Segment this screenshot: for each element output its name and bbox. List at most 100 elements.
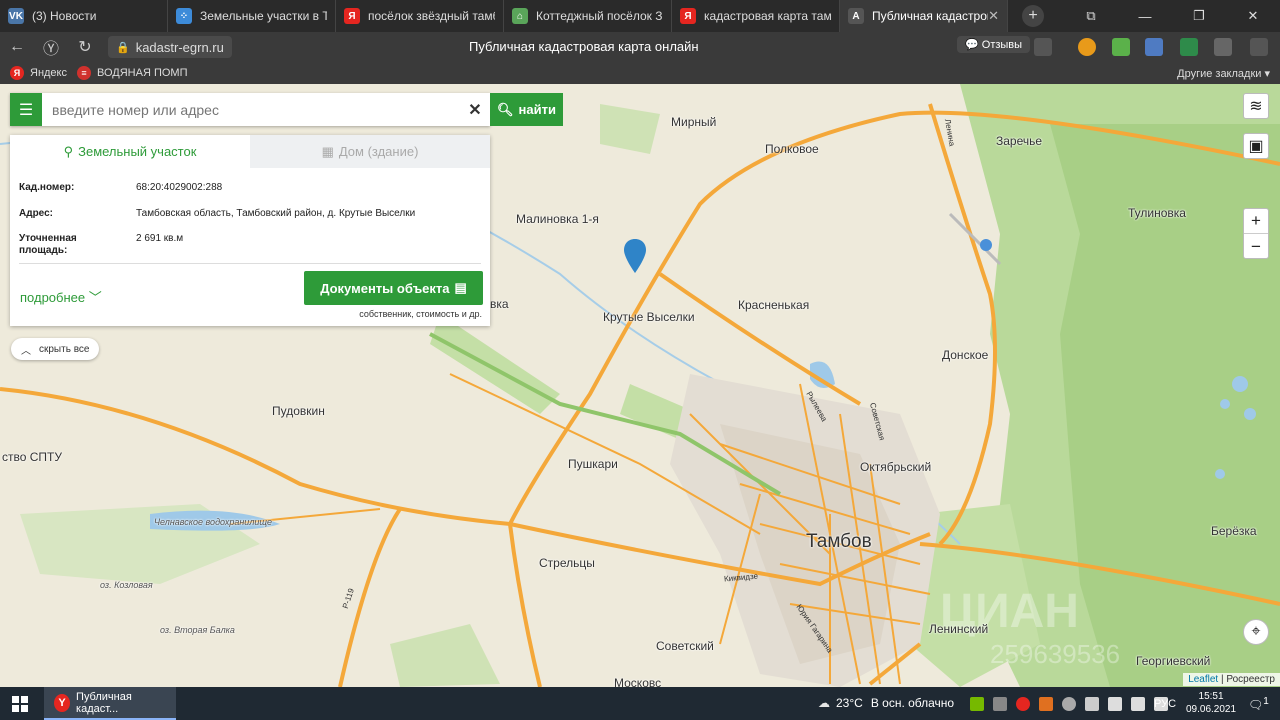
- tab-land-plot-label: Земельный участок: [78, 144, 197, 159]
- back-arrow-icon[interactable]: ←: [0, 38, 34, 56]
- area-value: 2 691 кв.м: [136, 233, 184, 244]
- bookmark-icon[interactable]: [1034, 38, 1052, 56]
- browser-tab[interactable]: ⌂ Коттеджный посёлок Звё: [504, 0, 672, 32]
- downloads-icon[interactable]: [1250, 38, 1268, 56]
- place-label: Донское: [942, 348, 989, 362]
- restore-button[interactable]: ❐: [1172, 8, 1226, 24]
- city-label: Тамбов: [806, 531, 872, 552]
- hide-all-label: скрыть все: [39, 343, 90, 355]
- tab-building-label: Дом (здание): [338, 144, 419, 159]
- zoom-in-button[interactable]: +: [1244, 209, 1268, 234]
- document-icon: ▤: [454, 280, 467, 295]
- water-label: оз. Вторая Балка: [160, 625, 235, 635]
- layers-icon[interactable]: ≋: [1243, 93, 1269, 119]
- weather-text: В осн. облачно: [870, 696, 955, 710]
- browser-tab-label: Земельные участки в Там: [200, 9, 327, 23]
- other-bookmarks-label: Другие закладки: [1177, 68, 1262, 80]
- browser-tab-label: Публичная кадастрова: [872, 9, 989, 23]
- close-tab-icon[interactable]: ✕: [988, 8, 999, 24]
- nvidia-icon[interactable]: [970, 697, 984, 711]
- locate-icon[interactable]: ⌖: [1243, 619, 1269, 645]
- place-label: Стрельцы: [539, 556, 595, 570]
- browser-tab[interactable]: A Публичная кадастрова ✕: [840, 0, 1008, 32]
- taskbar-app-label: Публичная кадаст...: [76, 690, 132, 715]
- zoom-out-button[interactable]: −: [1244, 234, 1268, 259]
- marker-outline-icon: ⚲: [63, 143, 74, 159]
- shield-icon[interactable]: [1180, 38, 1198, 56]
- panel-tabs: ⚲ Земельный участок ▦ Дом (здание): [10, 135, 490, 168]
- collections-icon[interactable]: [1214, 38, 1232, 56]
- find-button[interactable]: 🔍︎ найти: [490, 93, 563, 126]
- browser-tab[interactable]: VK (3) Новости: [0, 0, 168, 32]
- url-field[interactable]: 🔒 kadastr-egrn.ru: [108, 36, 232, 58]
- place-label: Тулиновка: [1128, 206, 1186, 220]
- more-link[interactable]: подробнее ﹀: [20, 287, 102, 306]
- notifications-icon[interactable]: 🗨1: [1248, 696, 1269, 712]
- tray-app2-icon[interactable]: [1085, 697, 1099, 711]
- documents-button[interactable]: Документы объекта ▤: [304, 271, 483, 305]
- area-label: Уточненная площадь:: [19, 233, 77, 256]
- bookmark-item[interactable]: ≡ ВОДЯНАЯ ПОМП: [77, 66, 188, 80]
- other-bookmarks[interactable]: Другие закладки ▾: [1177, 67, 1270, 80]
- water-label: Челнавское водохранилище: [154, 517, 273, 527]
- new-tab-button[interactable]: +: [1022, 5, 1044, 27]
- tray-app-icon[interactable]: [993, 697, 1007, 711]
- place-label: Георгиевский: [1136, 654, 1211, 668]
- place-label: Берёзка: [1211, 524, 1257, 538]
- reviews-button[interactable]: 💬 Отзывы: [957, 36, 1031, 53]
- leaflet-link[interactable]: Leaflet: [1188, 674, 1218, 685]
- tab-building[interactable]: ▦ Дом (здание): [250, 135, 490, 168]
- search-input[interactable]: [42, 101, 460, 118]
- reload-icon[interactable]: ↻: [68, 37, 102, 57]
- clock[interactable]: 15:51 09.06.2021: [1186, 690, 1236, 716]
- fullscreen-icon[interactable]: ▣: [1243, 133, 1269, 159]
- chevron-down-icon: ﹀: [88, 290, 102, 305]
- network-icon[interactable]: [1108, 697, 1122, 711]
- address-label: Адрес:: [19, 208, 53, 219]
- search-bar: ☰ ✕: [10, 93, 490, 126]
- dots-icon: ⁘: [176, 8, 192, 24]
- map-marker-icon[interactable]: [624, 239, 646, 273]
- search-icon: 🔍︎: [497, 101, 514, 117]
- temperature: 23°C: [836, 696, 863, 710]
- place-label: Мирный: [671, 115, 717, 129]
- taskbar-browser-app[interactable]: Y Публичная кадаст...: [44, 687, 176, 720]
- bookmark-favicon-icon: ≡: [77, 66, 91, 80]
- place-label: Пудовкин: [272, 404, 325, 418]
- clear-icon[interactable]: ✕: [460, 100, 490, 120]
- extension-icon-1[interactable]: [1078, 38, 1096, 56]
- minimize-button[interactable]: —: [1118, 9, 1172, 24]
- tray-orange-icon[interactable]: [1039, 697, 1053, 711]
- download-arrow-icon[interactable]: [1112, 38, 1130, 56]
- windows-start-icon[interactable]: [0, 695, 40, 712]
- browser-tab[interactable]: Япосёлок звёздный тамбо: [336, 0, 504, 32]
- place-label: Пушкари: [568, 457, 618, 471]
- extension-icon-2[interactable]: [1145, 38, 1163, 56]
- documents-button-label: Документы объекта: [320, 280, 450, 296]
- place-label: Московс: [614, 676, 662, 687]
- cloud-icon: ☁: [818, 696, 830, 710]
- language-indicator[interactable]: РУС: [1154, 698, 1176, 710]
- browser-tab[interactable]: Якадастровая карта тамбо: [672, 0, 840, 32]
- clock-date: 09.06.2021: [1186, 704, 1237, 715]
- steam-icon[interactable]: [1062, 697, 1076, 711]
- cad-number-label: Кад.номер:: [19, 182, 75, 193]
- place-label: Советский: [656, 639, 714, 653]
- hide-all-button[interactable]: ︿ скрыть все: [11, 338, 100, 360]
- browser-tab-label: (3) Новости: [32, 9, 97, 23]
- rosreestr-label: | Росреестр: [1221, 674, 1275, 685]
- bookmark-item[interactable]: Я Яндекс: [10, 66, 67, 80]
- place-label: Красненькая: [738, 298, 810, 312]
- house-icon: ⌂: [512, 8, 528, 24]
- yandex-tray-icon[interactable]: [1016, 697, 1030, 711]
- place-label: Заречье: [996, 134, 1043, 148]
- browser-tab[interactable]: ⁘ Земельные участки в Там: [168, 0, 336, 32]
- yandex-home-icon[interactable]: Ⓨ: [34, 35, 68, 59]
- hamburger-menu-icon[interactable]: ☰: [10, 93, 42, 126]
- volume-icon[interactable]: [1131, 697, 1145, 711]
- close-window-button[interactable]: ✕: [1226, 8, 1280, 24]
- tab-search-icon[interactable]: ⧉: [1064, 8, 1118, 24]
- weather-widget[interactable]: ☁ 23°C В осн. облачно: [818, 696, 954, 710]
- tab-land-plot[interactable]: ⚲ Земельный участок: [10, 135, 250, 168]
- browser-tab-label: кадастровая карта тамбо: [704, 9, 831, 23]
